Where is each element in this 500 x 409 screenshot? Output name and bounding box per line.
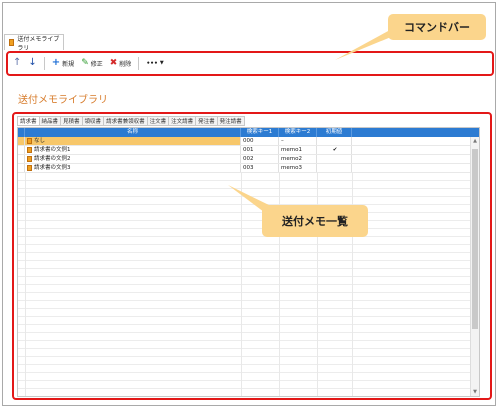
page-title: 送付メモライブラリ (18, 95, 108, 106)
command-bar-highlight (6, 51, 494, 76)
memo-list-callout: 送付メモ一覧 (262, 205, 368, 237)
document-icon (9, 39, 15, 46)
window-tab[interactable]: 送付メモライブラリ (4, 34, 64, 52)
command-bar-callout: コマンドバー (388, 14, 486, 40)
memo-list-highlight (12, 112, 492, 400)
window-tab-title: 送付メモライブラリ (17, 35, 60, 52)
